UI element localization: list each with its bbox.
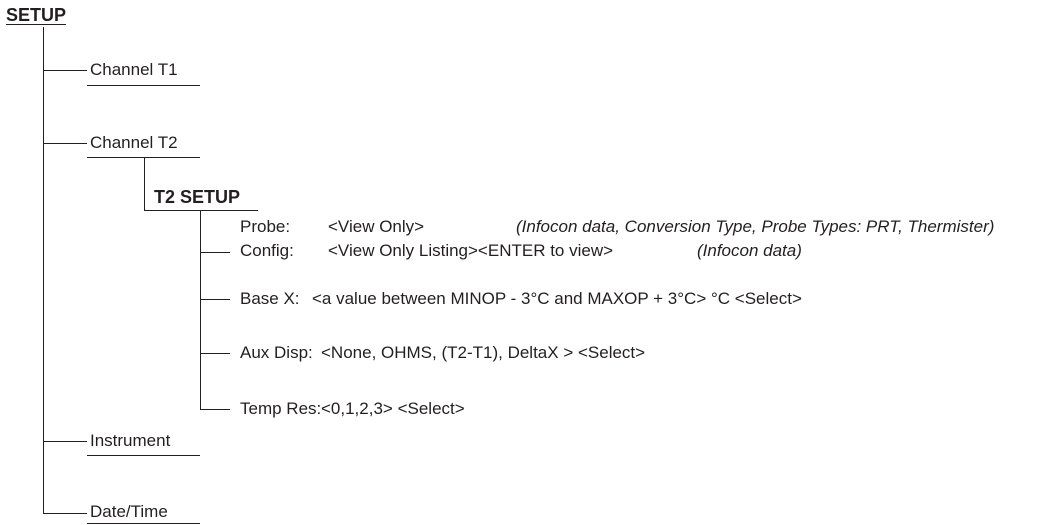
- item-base-x-value: <a value between MINOP - 3°C and MAXOP +…: [312, 289, 802, 308]
- branch-line-config: [200, 252, 230, 254]
- underline-instrument: [87, 455, 200, 457]
- item-probe-note: (Infocon data, Conversion Type, Probe Ty…: [516, 217, 995, 236]
- branch-line-t1: [43, 70, 87, 72]
- item-config-note: (Infocon data): [697, 241, 802, 260]
- node-channel-t1: Channel T1: [90, 60, 178, 79]
- branch-line-base-x: [200, 299, 230, 301]
- node-date-time: Date/Time: [90, 502, 168, 521]
- item-aux-disp-label: Aux Disp:: [240, 343, 313, 362]
- item-config-label: Config:: [240, 241, 294, 260]
- underline-date-time: [87, 523, 200, 525]
- branch-line-t2: [43, 143, 87, 145]
- item-aux-disp-value: <None, OHMS, (T2-T1), DeltaX > <Select>: [321, 343, 646, 362]
- branch-line-aux-disp: [200, 353, 230, 355]
- t2-setup-connector: [144, 157, 146, 211]
- t2-setup-heading: T2 SETUP: [154, 187, 241, 207]
- node-channel-t2: Channel T2: [90, 133, 178, 152]
- item-temp-res-label: Temp Res:: [240, 399, 322, 418]
- item-base-x-label: Base X:: [240, 289, 300, 308]
- root-heading: SETUP: [6, 5, 67, 25]
- item-temp-res-value: <0,1,2,3> <Select>: [321, 399, 465, 418]
- t2-setup-trunk: [200, 210, 202, 410]
- item-config-value: <View Only Listing><ENTER to view>: [328, 241, 614, 260]
- item-probe-label: Probe:: [240, 217, 291, 236]
- underline-channel-t1: [87, 85, 200, 87]
- item-probe-value: <View Only>: [328, 217, 425, 236]
- node-instrument: Instrument: [90, 431, 171, 450]
- branch-line-temp-res: [200, 409, 230, 411]
- branch-line-instrument: [43, 441, 87, 443]
- branch-line-date-time: [43, 513, 87, 515]
